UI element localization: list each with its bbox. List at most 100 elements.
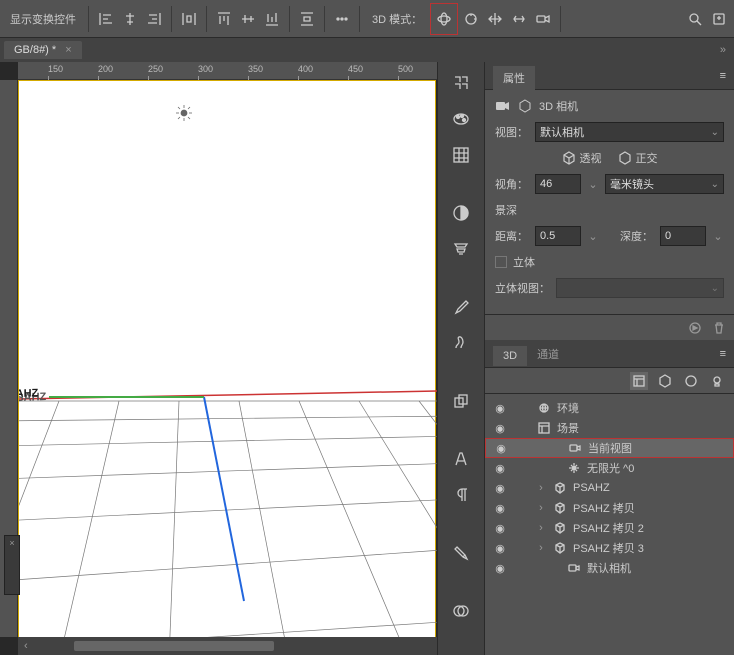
- secondary-view-widget[interactable]: ×: [4, 535, 20, 595]
- slide-icon[interactable]: [508, 6, 530, 32]
- orthographic-button[interactable]: 正交: [618, 150, 658, 166]
- visibility-icon[interactable]: ◉: [493, 542, 507, 555]
- depth-input[interactable]: 0: [660, 226, 706, 246]
- visibility-icon[interactable]: ◉: [493, 422, 507, 435]
- panel-menu-icon[interactable]: ≡: [720, 70, 726, 82]
- stereo-view-select: [556, 278, 724, 298]
- svg-text:PSAHZ: PSAHZ: [19, 387, 39, 400]
- swatches-icon[interactable]: [447, 108, 475, 130]
- twisty-icon[interactable]: ›: [535, 502, 547, 514]
- close-icon[interactable]: ×: [65, 44, 71, 56]
- visibility-icon[interactable]: ◉: [493, 402, 507, 415]
- tree-item[interactable]: ◉›PSAHZ 拷贝: [485, 498, 734, 518]
- paragraph-icon[interactable]: [447, 484, 475, 506]
- stereo-checkbox[interactable]: [495, 256, 507, 268]
- light-icon: [567, 461, 581, 475]
- perspective-button[interactable]: 透视: [562, 150, 602, 166]
- align-middle-icon[interactable]: [237, 6, 259, 32]
- scrollbar-horizontal[interactable]: ‹: [18, 637, 437, 655]
- brush-icon[interactable]: [447, 296, 475, 318]
- adjust-icon[interactable]: [447, 202, 475, 224]
- align-right-icon[interactable]: [143, 6, 165, 32]
- panel-menu-icon[interactable]: ≡: [720, 348, 726, 360]
- roll-icon[interactable]: [460, 6, 482, 32]
- align-top-icon[interactable]: [213, 6, 235, 32]
- tree-item[interactable]: ◉无限光 ^0: [485, 458, 734, 478]
- cc-icon[interactable]: [447, 600, 475, 622]
- separator: [289, 6, 290, 32]
- 3d-scene-tree: ◉环境◉场景◉当前视图◉无限光 ^0◉›PSAHZ◉›PSAHZ 拷贝◉›PSA…: [485, 394, 734, 655]
- tree-item-label: 环境: [557, 400, 579, 416]
- camera-icon: [567, 561, 581, 575]
- visibility-icon[interactable]: ◉: [493, 482, 507, 495]
- separator: [206, 6, 207, 32]
- brush-preset-icon[interactable]: [447, 332, 475, 354]
- stereo-view-label: 立体视图：: [495, 280, 550, 296]
- visibility-icon[interactable]: ◉: [493, 462, 507, 475]
- clone-icon[interactable]: [447, 390, 475, 412]
- tree-item[interactable]: ◉ 环境: [485, 398, 734, 418]
- visibility-icon[interactable]: ◉: [494, 442, 508, 455]
- character-icon[interactable]: [447, 448, 475, 470]
- visibility-icon[interactable]: ◉: [493, 562, 507, 575]
- twisty-icon[interactable]: ›: [535, 542, 547, 554]
- align-left-icon[interactable]: [95, 6, 117, 32]
- search-icon[interactable]: [684, 6, 706, 32]
- distance-input[interactable]: 0.5: [535, 226, 581, 246]
- more-icon[interactable]: [331, 6, 353, 32]
- filter-light-icon[interactable]: [708, 372, 726, 390]
- scroll-left-icon[interactable]: ‹: [18, 640, 34, 652]
- right-panels: 属性 ≡ 3D 相机 视图： 默认相机 透视: [484, 62, 734, 655]
- 3d-filter-bar: [485, 368, 734, 394]
- distance-stepper-icon[interactable]: ⌄: [587, 230, 599, 243]
- tools-icon[interactable]: [447, 542, 475, 564]
- 3d-tab[interactable]: 3D: [493, 346, 527, 366]
- canvas[interactable]: PSAHZ PSAHZ: [18, 80, 436, 637]
- align-center-h-icon[interactable]: [119, 6, 141, 32]
- tree-item[interactable]: ◉当前视图: [485, 438, 734, 458]
- document-tab[interactable]: GB/8#) * ×: [4, 41, 82, 59]
- zoom-3d-icon[interactable]: [532, 6, 554, 32]
- tree-item-label: 默认相机: [587, 560, 631, 576]
- scroll-thumb[interactable]: [74, 641, 274, 651]
- lens-select[interactable]: 毫米镜头: [605, 174, 724, 194]
- camera-header: 3D 相机: [495, 98, 724, 114]
- filter-mesh-icon[interactable]: [656, 372, 674, 390]
- filter-material-icon[interactable]: [682, 372, 700, 390]
- panel-dock: [437, 62, 484, 655]
- depth-stepper-icon[interactable]: ⌄: [712, 230, 724, 243]
- render-icon[interactable]: [688, 321, 702, 335]
- fov-stepper-icon[interactable]: ⌄: [587, 178, 599, 191]
- tree-item[interactable]: ◉›PSAHZ 拷贝 3: [485, 538, 734, 558]
- distribute-h-icon[interactable]: [178, 6, 200, 32]
- orbit-icon[interactable]: [433, 6, 455, 32]
- pan-icon[interactable]: [484, 6, 506, 32]
- share-icon[interactable]: [708, 6, 730, 32]
- filter-scene-icon[interactable]: [630, 372, 648, 390]
- collapse-icon[interactable]: »: [712, 44, 734, 56]
- channels-tab[interactable]: 通道: [527, 342, 569, 366]
- canvas-viewport[interactable]: PSAHZ PSAHZ: [18, 80, 437, 637]
- trash-icon[interactable]: [712, 321, 726, 335]
- mesh-icon: [553, 501, 567, 515]
- tree-item[interactable]: ◉场景: [485, 418, 734, 438]
- styles-icon[interactable]: [447, 238, 475, 260]
- grid-icon[interactable]: [447, 144, 475, 166]
- 3d-mode-label: 3D 模式：: [366, 11, 428, 27]
- visibility-icon[interactable]: ◉: [493, 502, 507, 515]
- tree-item[interactable]: ◉›PSAHZ: [485, 478, 734, 498]
- dof-label: 景深: [495, 202, 529, 218]
- fov-input[interactable]: 46: [535, 174, 581, 194]
- tree-item[interactable]: ◉ 默认相机: [485, 558, 734, 578]
- camera-icon: [568, 441, 582, 455]
- history-icon[interactable]: [447, 72, 475, 94]
- twisty-icon[interactable]: ›: [535, 522, 547, 534]
- distribute-v-icon[interactable]: [296, 6, 318, 32]
- twisty-icon[interactable]: ›: [535, 482, 547, 494]
- tree-item[interactable]: ◉›PSAHZ 拷贝 2: [485, 518, 734, 538]
- align-bottom-icon[interactable]: [261, 6, 283, 32]
- visibility-icon[interactable]: ◉: [493, 522, 507, 535]
- close-icon[interactable]: ×: [5, 536, 19, 548]
- view-select[interactable]: 默认相机: [535, 122, 724, 142]
- properties-tab[interactable]: 属性: [493, 66, 535, 90]
